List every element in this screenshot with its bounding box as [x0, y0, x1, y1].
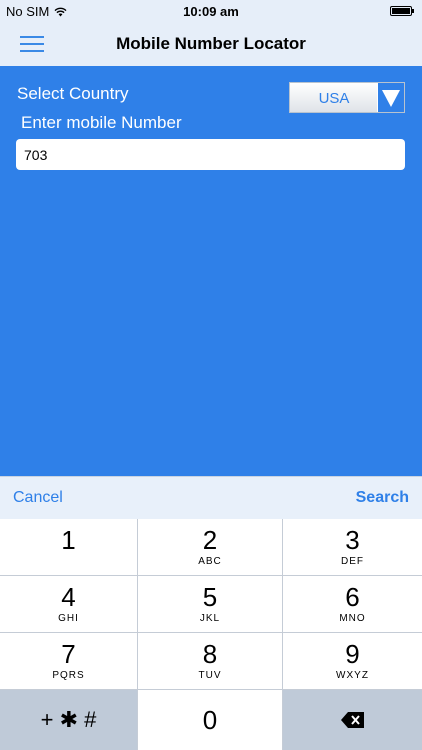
mobile-number-label: Enter mobile Number	[21, 113, 182, 132]
clock: 10:09 am	[183, 4, 239, 19]
key-4[interactable]: 4 GHI	[0, 576, 138, 633]
dropdown-arrow-button[interactable]	[377, 83, 404, 112]
key-backspace[interactable]	[283, 690, 422, 750]
select-country-label: Select Country	[17, 84, 129, 103]
page-title: Mobile Number Locator	[116, 34, 306, 53]
key-9[interactable]: 9 WXYZ	[283, 633, 422, 690]
keyboard-accessory-bar: Cancel Search	[0, 476, 422, 519]
search-button[interactable]: Search	[356, 489, 409, 507]
key-8[interactable]: 8 TUV	[138, 633, 283, 690]
country-dropdown[interactable]: USA	[289, 82, 405, 113]
country-value: USA	[318, 90, 350, 107]
cancel-button[interactable]: Cancel	[13, 489, 63, 507]
mobile-number-input[interactable]	[16, 139, 405, 170]
key-2[interactable]: 2 ABC	[138, 519, 283, 576]
key-1[interactable]: 1	[0, 519, 138, 576]
numeric-keypad: 1 2 ABC 3 DEF 4 GHI 5 JKL 6 MNO 7 PQRS 8…	[0, 519, 422, 750]
key-5[interactable]: 5 JKL	[138, 576, 283, 633]
key-6[interactable]: 6 MNO	[283, 576, 422, 633]
triangle-down-icon	[382, 90, 400, 107]
key-3[interactable]: 3 DEF	[283, 519, 422, 576]
backspace-icon	[340, 712, 364, 728]
key-0[interactable]: 0	[138, 690, 283, 750]
key-7[interactable]: 7 PQRS	[0, 633, 138, 690]
key-symbols[interactable]: + ✱ #	[0, 690, 138, 750]
navigation-bar: Mobile Number Locator	[0, 22, 422, 66]
battery-icon	[390, 6, 414, 16]
status-bar: No SIM 10:09 am	[0, 0, 422, 22]
